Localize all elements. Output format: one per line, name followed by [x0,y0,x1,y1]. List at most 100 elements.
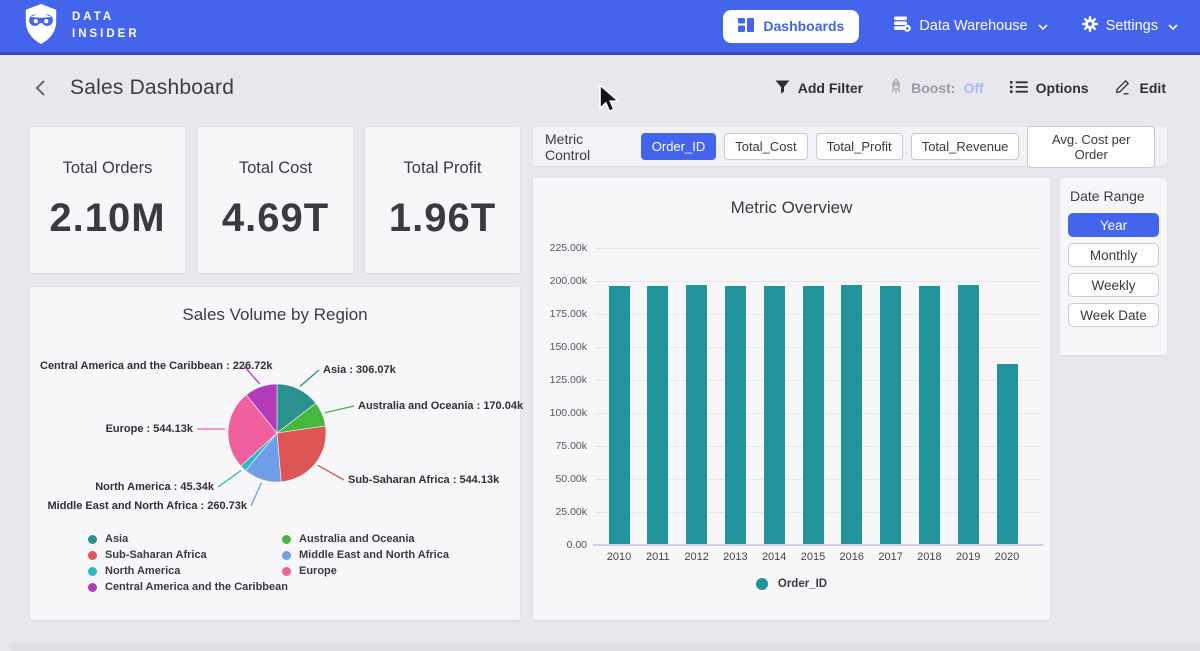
back-button[interactable] [34,79,48,97]
metric-option-total-cost[interactable]: Total_Cost [724,133,807,160]
metric-option-order-id[interactable]: Order_ID [641,133,716,160]
bar-2016[interactable] [841,285,862,545]
pie-slice[interactable] [277,426,326,482]
legend-dot [88,583,97,592]
bar-2013[interactable] [725,286,746,545]
y-axis-tick-label: 0.00 [533,539,587,551]
legend-label: Europe [299,565,337,577]
pie-legend-column-1: Asia Sub-Saharan Africa North America Ce… [88,533,282,593]
data-warehouse-menu[interactable]: Data Warehouse [893,16,1047,36]
dashboards-button[interactable]: Dashboards [723,10,859,43]
pie-callout-asia: Asia : 306.07k [323,364,396,376]
kpi-value: 1.96T [389,196,496,241]
dashboards-grid-icon [738,18,754,35]
legend-dot [88,567,97,576]
date-range-monthly-button[interactable]: Monthly [1068,243,1159,267]
gridline [595,281,1040,282]
x-axis-tick-label: 2015 [793,551,833,563]
pie-chart[interactable] [217,373,337,493]
x-axis-tick-label: 2016 [832,551,872,563]
legend-item[interactable]: Europe [282,565,449,577]
pie-callout-europe: Europe : 544.13k [43,423,193,435]
add-filter-button[interactable]: Add Filter [775,80,863,97]
legend-dot [282,551,291,560]
bar-chart-title: Metric Overview [533,198,1050,218]
x-axis-tick-label: 2010 [599,551,639,563]
edit-label: Edit [1140,80,1166,96]
bar-2018[interactable] [919,286,940,545]
x-axis-tick-label: 2018 [909,551,949,563]
bar-chart-legend[interactable]: Order_ID [533,578,1050,590]
pie-callout-north-america: North America : 45.34k [44,481,214,493]
x-axis-tick-label: 2019 [948,551,988,563]
options-label: Options [1036,80,1089,96]
top-navbar: DATA INSIDER Dashboards [0,0,1200,55]
y-axis-tick-label: 100.00k [533,407,587,419]
bar-2015[interactable] [803,286,824,545]
kpi-label: Total Cost [239,159,312,178]
kpi-value: 2.10M [49,196,165,241]
legend-item[interactable]: Central America and the Caribbean [88,581,282,593]
pie-chart-title: Sales Volume by Region [30,305,520,325]
y-axis-tick-label: 75.00k [533,440,587,452]
legend-item[interactable]: Australia and Oceania [282,533,449,545]
y-axis-tick-label: 125.00k [533,374,587,386]
kpi-value: 4.69T [222,196,329,241]
pie-callout-middle-east: Middle East and North Africa : 260.73k [47,500,247,512]
pencil-icon [1115,78,1132,98]
kpi-card-total-cost: Total Cost 4.69T [198,127,353,273]
chevron-down-icon [1168,18,1178,34]
kpi-label: Total Profit [404,159,482,178]
legend-item[interactable]: Middle East and North Africa [282,549,449,561]
boost-toggle[interactable]: Boost: Off [889,78,984,98]
legend-item[interactable]: North America [88,565,282,577]
metric-control-label: Metric Control [545,131,625,163]
pie-legend: Asia Sub-Saharan Africa North America Ce… [88,533,449,593]
add-filter-label: Add Filter [798,80,863,96]
legend-item[interactable]: Sub-Saharan Africa [88,549,282,561]
bar-2010[interactable] [609,286,630,545]
x-axis-tick-label: 2017 [871,551,911,563]
bar-2011[interactable] [647,286,668,545]
settings-menu[interactable]: Settings [1082,16,1178,36]
bar-2017[interactable] [880,286,901,545]
navbar-menu: Dashboards Data Warehouse [723,10,1178,43]
header-actions: Add Filter Boost: Off [775,78,1166,98]
date-range-year-button[interactable]: Year [1068,213,1159,237]
date-range-label: Date Range [1070,188,1159,204]
legend-label: Asia [105,533,128,545]
metric-option-total-profit[interactable]: Total_Profit [816,133,903,160]
pie-legend-column-2: Australia and Oceania Middle East and No… [282,533,449,593]
brand-line2: INSIDER [72,26,140,43]
edit-button[interactable]: Edit [1115,78,1166,98]
legend-dot [88,551,97,560]
metric-option-total-revenue[interactable]: Total_Revenue [911,133,1020,160]
y-axis-tick-label: 225.00k [533,242,587,254]
options-button[interactable]: Options [1010,80,1089,97]
dashboards-label: Dashboards [763,18,844,34]
pie-callout-sub-saharan-africa: Sub-Saharan Africa : 544.13k [348,474,499,486]
pie-callout-central-america: Central America and the Caribbean : 226.… [40,360,240,372]
bar-2014[interactable] [764,286,785,545]
legend-label: Order_ID [778,578,827,590]
x-axis-tick-label: 2020 [987,551,1027,563]
sales-volume-by-region-card: Sales Volume by Region Central America a… [30,287,520,620]
bar-2020[interactable] [997,364,1018,545]
date-range-weekly-button[interactable]: Weekly [1068,273,1159,297]
page-header: Sales Dashboard Add Filter Boost: Off [0,55,1200,121]
bar-2012[interactable] [686,285,707,545]
y-axis-tick-label: 25.00k [533,506,587,518]
legend-label: Sub-Saharan Africa [105,549,207,561]
date-range-week-date-button[interactable]: Week Date [1068,303,1159,327]
legend-label: Australia and Oceania [299,533,415,545]
gridline [595,248,1040,249]
database-icon [893,16,911,36]
settings-label: Settings [1106,18,1158,34]
horizontal-scrollbar[interactable] [8,642,1200,651]
brand[interactable]: DATA INSIDER [22,3,140,50]
data-warehouse-label: Data Warehouse [919,18,1027,34]
legend-item[interactable]: Asia [88,533,282,545]
bar-2019[interactable] [958,285,979,545]
metric-option-avg-cost-per-order[interactable]: Avg. Cost per Order [1027,126,1155,168]
boost-value: Off [963,80,983,96]
